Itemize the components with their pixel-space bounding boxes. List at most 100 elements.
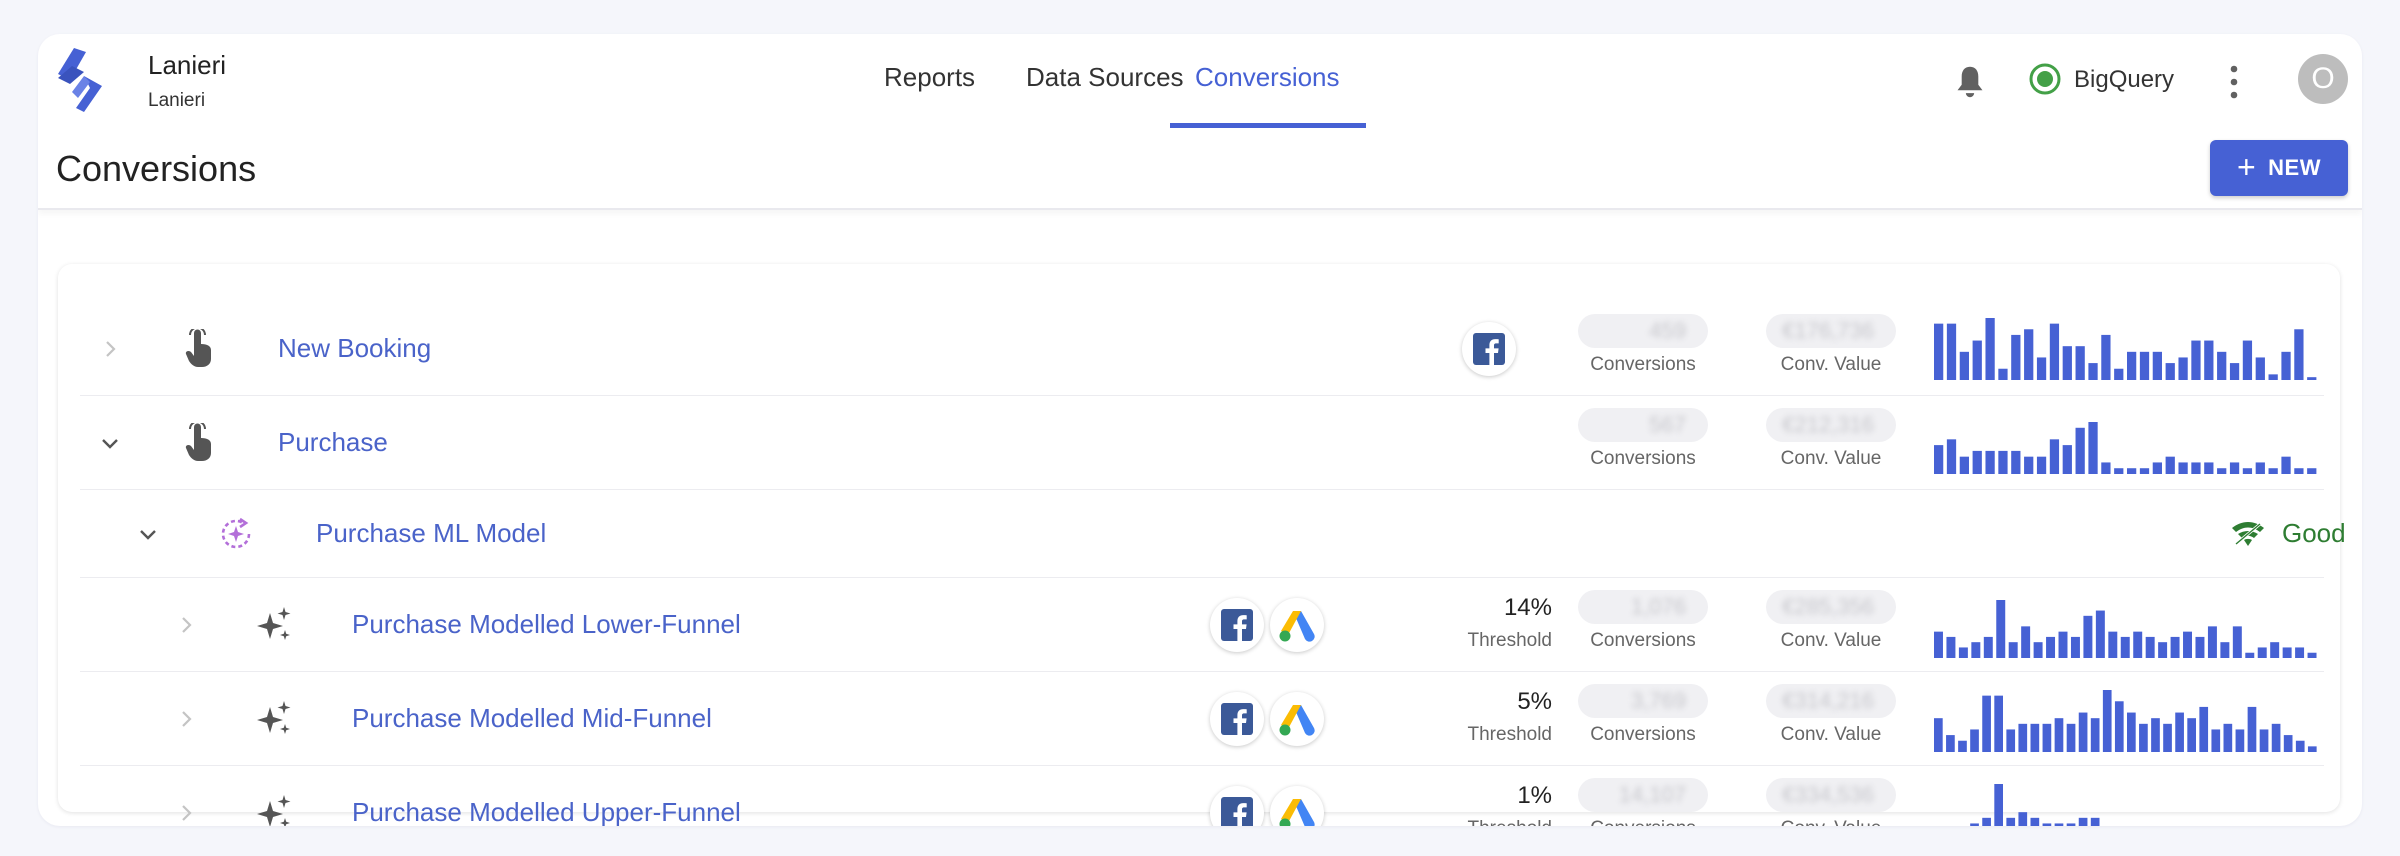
- facebook-badge: [1210, 598, 1264, 652]
- spark-bar: [2183, 631, 2192, 658]
- spark-bar: [2307, 377, 2317, 380]
- spark-bar: [1972, 340, 1982, 380]
- spark-bar: [2232, 626, 2242, 658]
- spark-bar: [2229, 462, 2240, 474]
- spark-bar: [2108, 631, 2118, 658]
- spark-bar: [2139, 468, 2150, 474]
- spark-bar: [2114, 701, 2124, 752]
- row-title[interactable]: Purchase Modelled Upper-Funnel: [352, 797, 741, 826]
- bell-icon[interactable]: [1953, 64, 1987, 100]
- row-title[interactable]: New Booking: [278, 333, 431, 364]
- spark-bar: [2307, 652, 2317, 658]
- spark-bar: [1994, 695, 2003, 752]
- google-ads-icon: [1279, 705, 1315, 736]
- chevron-right-icon[interactable]: [98, 337, 122, 361]
- spark-bar: [2175, 712, 2184, 752]
- spark-bar: [2008, 642, 2018, 658]
- spark-bar: [1959, 456, 1969, 474]
- table-row[interactable]: Purchase Modelled Lower-Funnel 14% Thres…: [80, 578, 2324, 672]
- spark-bar: [1982, 817, 1991, 826]
- spark-bar: [1934, 445, 1944, 474]
- chevron-down-icon[interactable]: [98, 431, 122, 455]
- table-row[interactable]: Purchase 567 Conversions €212,316 Conv. …: [80, 396, 2324, 490]
- app-header: Lanieri Lanieri Reports Data Sources Con…: [38, 34, 2362, 210]
- row-title[interactable]: Purchase Modelled Mid-Funnel: [352, 703, 712, 734]
- table-row[interactable]: New Booking 459 Conversions €176,736 Con…: [80, 302, 2324, 396]
- spark-bar: [1958, 740, 1967, 752]
- more-vert-icon[interactable]: [2228, 64, 2240, 100]
- spark-bar: [1998, 450, 2008, 474]
- spark-bar: [2088, 422, 2098, 474]
- sparkle-icon: [257, 607, 291, 640]
- new-conversion-button[interactable]: + NEW: [2210, 140, 2348, 196]
- signal-quality-icon: [2232, 522, 2264, 546]
- spark-bar: [2090, 817, 2100, 826]
- spark-bar: [2235, 729, 2245, 752]
- row-title[interactable]: Purchase Modelled Lower-Funnel: [352, 609, 741, 640]
- google-ads-icon: [1279, 611, 1315, 642]
- spark-bar: [1934, 718, 1943, 752]
- connection-status-icon: [2029, 63, 2061, 95]
- spark-bar: [2070, 636, 2080, 658]
- spark-bar: [2101, 334, 2111, 380]
- spark-bar: [2271, 723, 2281, 752]
- app-logo-icon[interactable]: [54, 46, 106, 114]
- chevron-right-icon[interactable]: [174, 707, 198, 731]
- threshold-label: Threshold: [1467, 630, 1553, 651]
- spark-bar: [1994, 784, 2003, 826]
- spark-bar: [2257, 647, 2267, 658]
- org-name[interactable]: Lanieri: [148, 50, 226, 81]
- spark-bar: [1982, 695, 1991, 752]
- sparkline-chart: [1934, 600, 2317, 658]
- sparkline-chart: [1970, 784, 2100, 826]
- spark-bar: [1971, 642, 1981, 658]
- spark-bar: [1983, 636, 1993, 658]
- spark-bar: [2062, 346, 2072, 380]
- conversions-label: Conversions: [1563, 818, 1723, 826]
- connection-label[interactable]: BigQuery: [2074, 66, 2174, 94]
- spark-bar: [2024, 329, 2034, 380]
- pointer-icon: [185, 329, 211, 367]
- spark-bar: [2021, 626, 2031, 658]
- tab-conversions[interactable]: Conversions: [1195, 62, 1340, 93]
- spark-bar: [2046, 636, 2056, 658]
- spark-bar: [2255, 357, 2265, 380]
- row-title[interactable]: Purchase ML Model: [316, 518, 546, 549]
- spark-bar: [2158, 642, 2168, 658]
- spark-bar: [2295, 647, 2305, 658]
- chevron-right-icon[interactable]: [174, 801, 198, 825]
- spark-bar: [2030, 723, 2040, 752]
- table-row[interactable]: Purchase Modelled Mid-Funnel 5% Threshol…: [80, 672, 2324, 766]
- conversions-label: Conversions: [1590, 724, 1696, 745]
- table-row[interactable]: Purchase Modelled Upper-Funnel 1% Thresh…: [80, 766, 2324, 826]
- tab-reports[interactable]: Reports: [884, 62, 975, 93]
- user-avatar[interactable]: O: [2298, 54, 2348, 104]
- spark-bar: [2049, 323, 2060, 380]
- spark-bar: [2036, 357, 2047, 380]
- chevron-right-icon[interactable]: [174, 613, 198, 637]
- spark-bar: [2011, 450, 2021, 474]
- spark-bar: [2178, 462, 2188, 474]
- conv-value-amount: €212,316: [1766, 408, 1896, 442]
- spark-bar: [2165, 363, 2175, 380]
- spark-bar: [1958, 647, 1968, 658]
- tab-data-sources[interactable]: Data Sources: [1026, 62, 1184, 93]
- spark-bar: [2054, 718, 2064, 752]
- row-title[interactable]: Purchase: [278, 427, 388, 458]
- spark-bar: [2199, 706, 2209, 752]
- spark-bar: [2220, 642, 2230, 658]
- chevron-down-icon[interactable]: [136, 522, 160, 546]
- spark-bar: [2058, 631, 2068, 658]
- spark-bar: [2075, 427, 2085, 474]
- facebook-badge: [1210, 692, 1264, 746]
- spark-bar: [2163, 723, 2172, 752]
- org-subtitle: Lanieri: [148, 90, 206, 111]
- spark-bar: [2207, 626, 2217, 658]
- spark-bar: [2294, 329, 2304, 380]
- spark-bar: [2114, 368, 2124, 380]
- spark-bar: [2062, 445, 2072, 474]
- spark-bar: [2083, 615, 2093, 658]
- table-row[interactable]: Purchase ML Model Good: [80, 490, 2346, 578]
- ml-model-icon: [221, 517, 251, 549]
- sparkle-icon: [257, 795, 291, 826]
